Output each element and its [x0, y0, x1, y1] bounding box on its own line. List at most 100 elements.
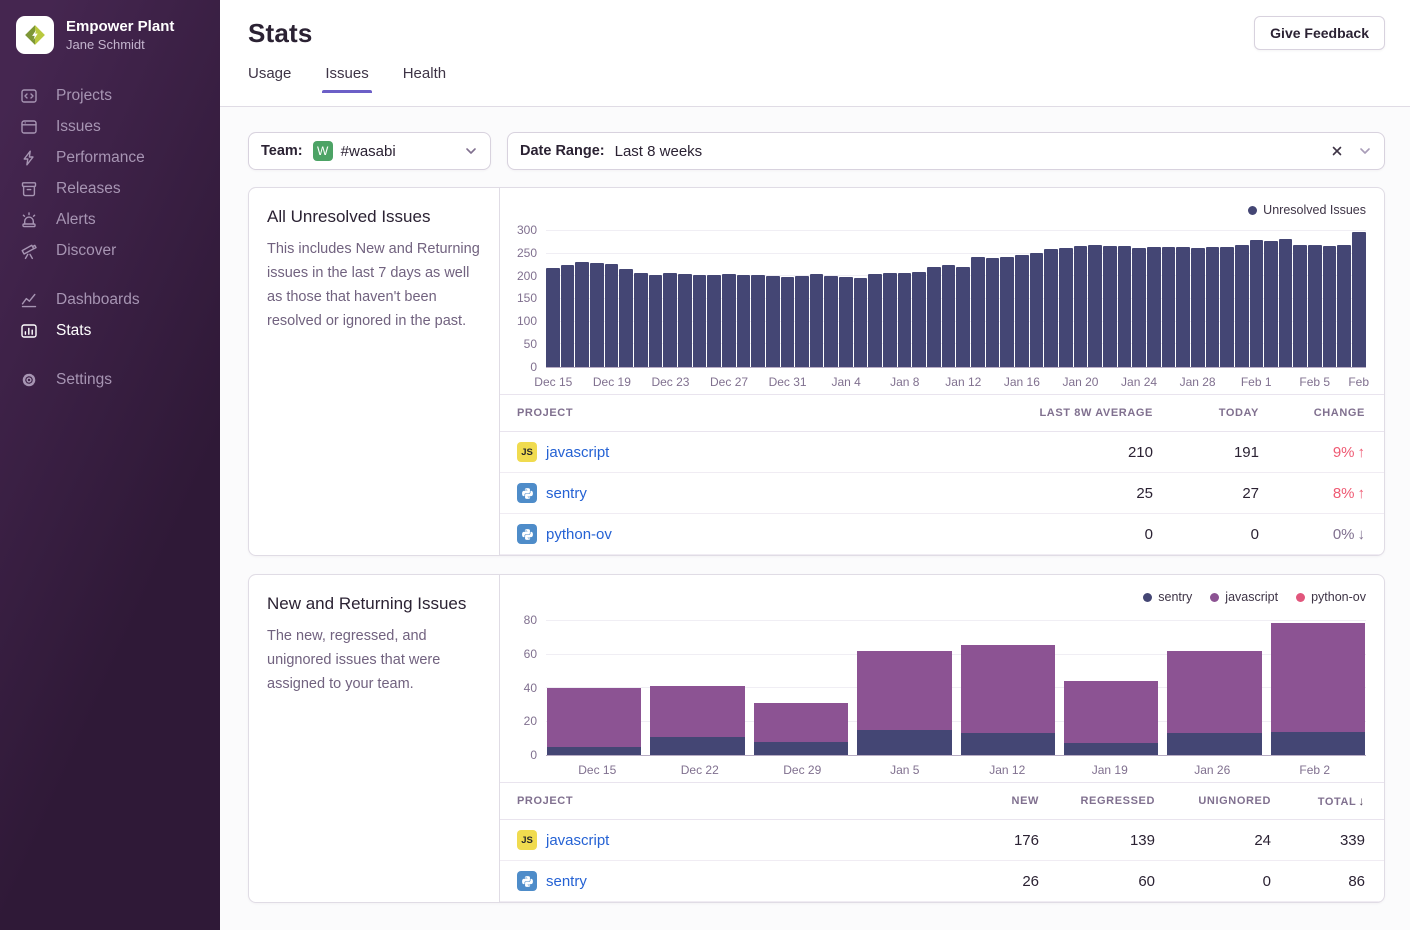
bar — [912, 272, 926, 367]
clear-date-icon[interactable] — [1330, 144, 1344, 158]
performance-lightning-icon — [20, 149, 38, 167]
y-tick-label: 300 — [517, 223, 537, 237]
page-header: Stats Give Feedback Usage Issues Health — [220, 0, 1410, 107]
y-tick-label: 200 — [517, 269, 537, 283]
bar — [1323, 246, 1337, 367]
change-value: 8%↑ — [1259, 485, 1365, 502]
bar — [663, 273, 677, 367]
col-total-sort[interactable]: Total↓ — [1271, 794, 1365, 808]
legend-dot-icon — [1210, 593, 1219, 602]
bar-segment-javascript — [1167, 651, 1261, 733]
legend-item-unresolved[interactable]: Unresolved Issues — [1248, 203, 1366, 217]
new-returning-issues-chart[interactable]: sentry javascript python-ov 020406080 — [500, 575, 1384, 782]
bar — [956, 267, 970, 367]
legend-item-javascript[interactable]: javascript — [1210, 590, 1278, 604]
x-tick-label: Dec 23 — [651, 375, 689, 389]
unresolved-issues-chart[interactable]: Unresolved Issues 050100150200250300 Dec… — [500, 188, 1384, 394]
x-tick-label: Dec 19 — [593, 375, 631, 389]
avg-value: 210 — [933, 444, 1153, 461]
bar — [1250, 240, 1264, 367]
team-select[interactable]: Team: W #wasabi — [248, 132, 491, 170]
tab-bar: Usage Issues Health — [248, 49, 1385, 93]
sidebar: Empower Plant Jane Schmidt Projects Issu… — [0, 0, 220, 930]
date-range-value: Last 8 weeks — [615, 143, 703, 160]
chart-legend: sentry javascript python-ov — [504, 585, 1366, 609]
project-link[interactable]: javascript — [546, 832, 609, 849]
bar — [1044, 249, 1058, 367]
table-row: sentry 26 60 0 86 — [500, 861, 1384, 902]
tab-issues[interactable]: Issues — [325, 65, 368, 93]
sidebar-item-issues[interactable]: Issues — [0, 111, 220, 142]
tab-usage[interactable]: Usage — [248, 65, 291, 93]
chart-legend: Unresolved Issues — [504, 198, 1366, 222]
bar — [824, 276, 838, 367]
table-row: JS javascript 210 191 9%↑ — [500, 432, 1384, 473]
legend-label: Unresolved Issues — [1263, 203, 1366, 217]
sidebar-item-releases[interactable]: Releases — [0, 173, 220, 204]
give-feedback-button[interactable]: Give Feedback — [1254, 16, 1385, 50]
y-tick-label: 40 — [524, 681, 537, 695]
date-range-select[interactable]: Date Range: Last 8 weeks — [507, 132, 1385, 170]
bar — [590, 263, 604, 367]
sidebar-item-stats[interactable]: Stats — [0, 315, 220, 346]
org-logo-icon — [16, 16, 54, 54]
x-tick-label: Jan 12 — [989, 763, 1025, 777]
legend-dot-icon — [1248, 206, 1257, 215]
panel-body: sentry javascript python-ov 020406080 — [500, 575, 1384, 902]
legend-item-sentry[interactable]: sentry — [1143, 590, 1192, 604]
x-tick-label: Feb 5 — [1299, 375, 1330, 389]
bar — [942, 265, 956, 367]
bar — [1030, 253, 1044, 367]
x-tick-label: Jan 19 — [1092, 763, 1128, 777]
bar — [1132, 248, 1146, 367]
regressed-value: 139 — [1039, 832, 1155, 849]
sidebar-item-discover[interactable]: Discover — [0, 235, 220, 266]
x-tick-label: Feb 1 — [1241, 375, 1272, 389]
bar — [707, 275, 721, 367]
sidebar-item-label: Settings — [56, 371, 112, 389]
bar — [1337, 245, 1351, 367]
bar — [1118, 246, 1132, 367]
bar-segment-sentry — [1064, 743, 1158, 755]
x-tick-label: Jan 28 — [1180, 375, 1216, 389]
javascript-platform-icon: JS — [517, 442, 537, 462]
sidebar-item-dashboards[interactable]: Dashboards — [0, 284, 220, 315]
bar-segment-sentry — [650, 737, 744, 755]
project-link[interactable]: sentry — [546, 873, 587, 890]
unignored-value: 24 — [1155, 832, 1271, 849]
change-arrow-icon: ↓ — [1358, 526, 1366, 543]
bar — [883, 273, 897, 367]
x-tick-label: Jan 26 — [1194, 763, 1230, 777]
sidebar-item-alerts[interactable]: Alerts — [0, 204, 220, 235]
x-tick-label: Jan 24 — [1121, 375, 1157, 389]
bar — [678, 274, 692, 367]
chevron-down-icon — [464, 144, 478, 158]
new-value: 26 — [927, 873, 1039, 890]
legend-item-python-ov[interactable]: python-ov — [1296, 590, 1366, 604]
project-link[interactable]: python-ov — [546, 526, 612, 543]
releases-icon — [20, 180, 38, 198]
x-tick-label: Jan 8 — [890, 375, 919, 389]
sidebar-item-projects[interactable]: Projects — [0, 80, 220, 111]
bar — [1264, 241, 1278, 367]
col-project: Project — [517, 407, 933, 419]
sidebar-item-label: Stats — [56, 322, 91, 340]
tab-health[interactable]: Health — [403, 65, 446, 93]
sidebar-item-performance[interactable]: Performance — [0, 142, 220, 173]
x-tick-label: Dec 22 — [681, 763, 719, 777]
bar — [1176, 247, 1190, 367]
project-link[interactable]: sentry — [546, 485, 587, 502]
x-tick-label: Feb — [1348, 375, 1369, 389]
stacked-bar — [961, 611, 1055, 755]
org-switcher[interactable]: Empower Plant Jane Schmidt — [0, 0, 220, 76]
new-returning-issues-panel: New and Returning Issues The new, regres… — [248, 574, 1385, 903]
y-axis: 050100150200250300 — [504, 224, 546, 368]
project-link[interactable]: javascript — [546, 444, 609, 461]
bar — [1308, 245, 1322, 367]
x-tick-label: Jan 12 — [945, 375, 981, 389]
stacked-bar — [1271, 611, 1365, 755]
sidebar-item-settings[interactable]: Settings — [0, 364, 220, 395]
bar — [971, 257, 985, 367]
new-returning-issues-table: Project New Regressed Unignored Total↓ J… — [500, 782, 1384, 902]
bar — [868, 274, 882, 367]
